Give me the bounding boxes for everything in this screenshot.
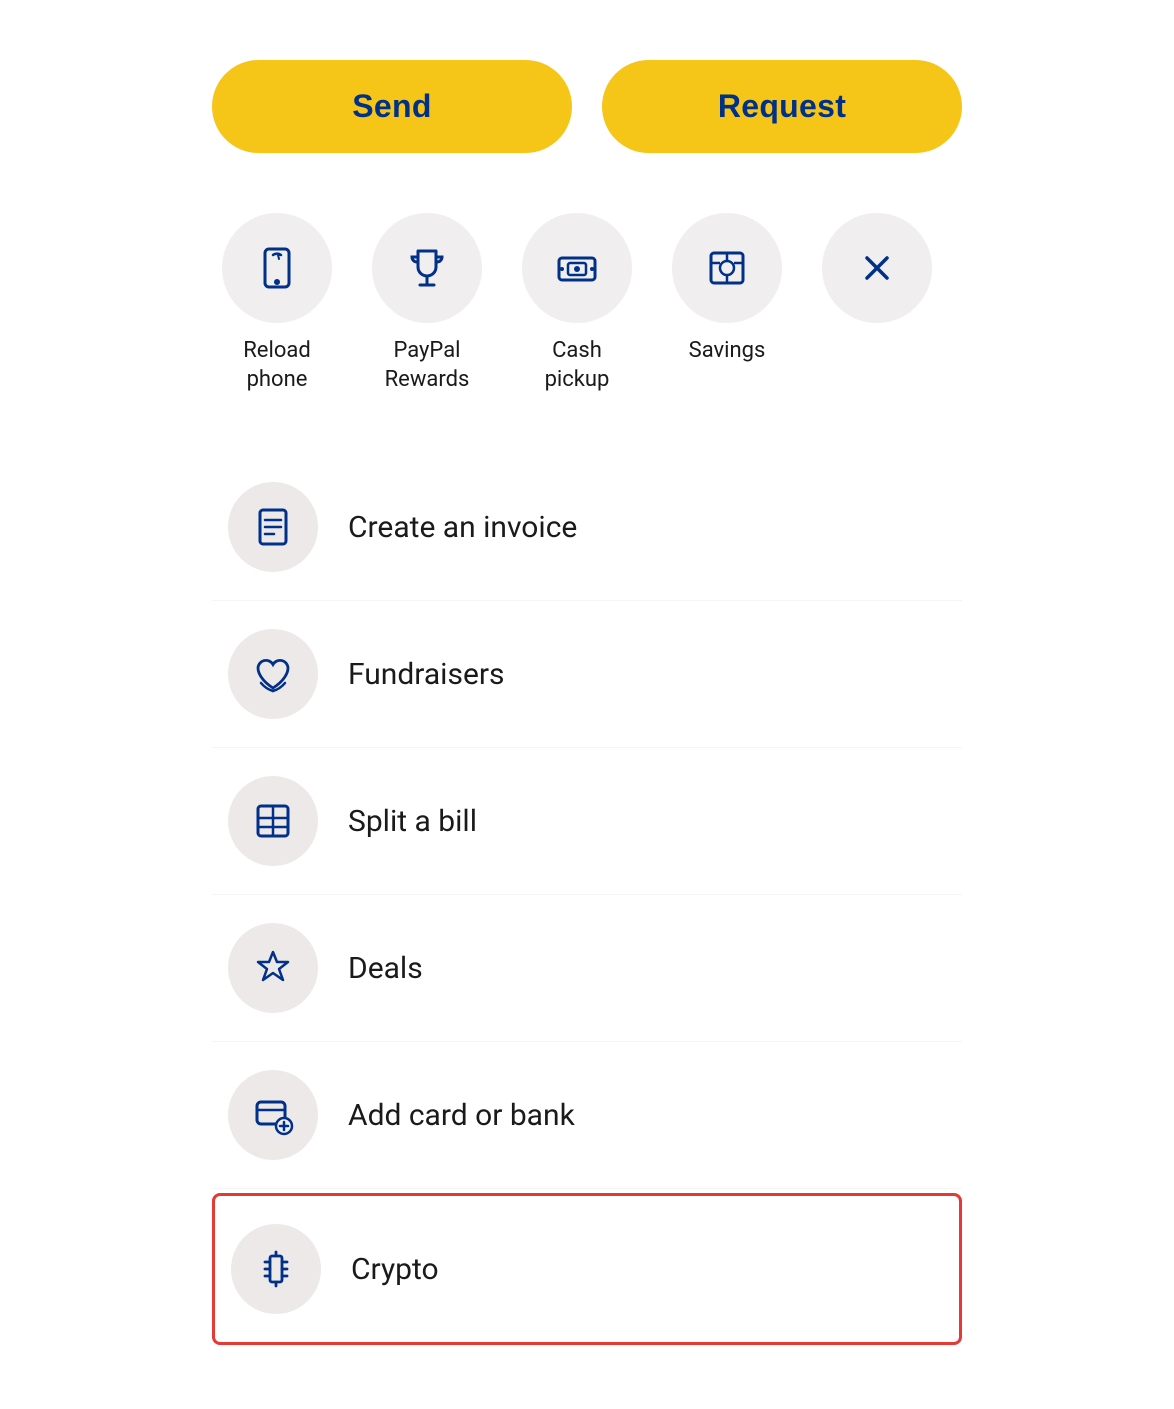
split-bill-label: Split a bill — [348, 804, 477, 839]
cash-pickup-circle — [522, 213, 632, 323]
quick-action-cash-pickup[interactable]: Cashpickup — [512, 213, 642, 394]
fundraisers-label: Fundraisers — [348, 657, 505, 692]
fundraisers-icon — [252, 653, 294, 695]
deals-label: Deals — [348, 951, 423, 986]
cash-pickup-icon — [554, 245, 600, 291]
list-item-deals[interactable]: Deals — [212, 895, 962, 1042]
add-card-bank-label: Add card or bank — [348, 1098, 575, 1133]
quick-actions-row: Reloadphone PayPalRewards — [212, 213, 962, 394]
close-circle — [822, 213, 932, 323]
add-card-circle — [228, 1070, 318, 1160]
trophy-icon — [404, 245, 450, 291]
paypal-rewards-circle — [372, 213, 482, 323]
savings-label: Savings — [689, 337, 766, 366]
top-buttons-row: Send Request — [212, 60, 962, 153]
savings-icon — [704, 245, 750, 291]
quick-action-close[interactable] — [812, 213, 942, 337]
quick-action-paypal-rewards[interactable]: PayPalRewards — [362, 213, 492, 394]
send-button[interactable]: Send — [212, 60, 572, 153]
paypal-rewards-label: PayPalRewards — [385, 337, 470, 394]
fundraisers-circle — [228, 629, 318, 719]
close-icon — [854, 245, 900, 291]
crypto-label: Crypto — [351, 1252, 439, 1287]
list-item-crypto[interactable]: Crypto — [212, 1193, 962, 1345]
main-container: Send Request Reloadphone — [212, 60, 962, 1349]
request-button[interactable]: Request — [602, 60, 962, 153]
quick-action-savings[interactable]: Savings — [662, 213, 792, 366]
cash-pickup-label: Cashpickup — [545, 337, 610, 394]
split-bill-icon — [252, 800, 294, 842]
reload-phone-label: Reloadphone — [243, 337, 311, 394]
reload-phone-circle — [222, 213, 332, 323]
create-invoice-label: Create an invoice — [348, 510, 577, 545]
list-item-create-invoice[interactable]: Create an invoice — [212, 454, 962, 601]
list-section: Create an invoice Fundraisers — [212, 454, 962, 1349]
list-item-add-card-bank[interactable]: Add card or bank — [212, 1042, 962, 1189]
list-item-split-bill[interactable]: Split a bill — [212, 748, 962, 895]
invoice-circle — [228, 482, 318, 572]
list-item-fundraisers[interactable]: Fundraisers — [212, 601, 962, 748]
crypto-circle — [231, 1224, 321, 1314]
reload-phone-icon — [254, 245, 300, 291]
quick-action-reload-phone[interactable]: Reloadphone — [212, 213, 342, 394]
invoice-icon — [252, 506, 294, 548]
savings-circle — [672, 213, 782, 323]
crypto-icon — [255, 1248, 297, 1290]
deals-icon — [252, 947, 294, 989]
add-card-icon — [252, 1094, 294, 1136]
deals-circle — [228, 923, 318, 1013]
split-bill-circle — [228, 776, 318, 866]
